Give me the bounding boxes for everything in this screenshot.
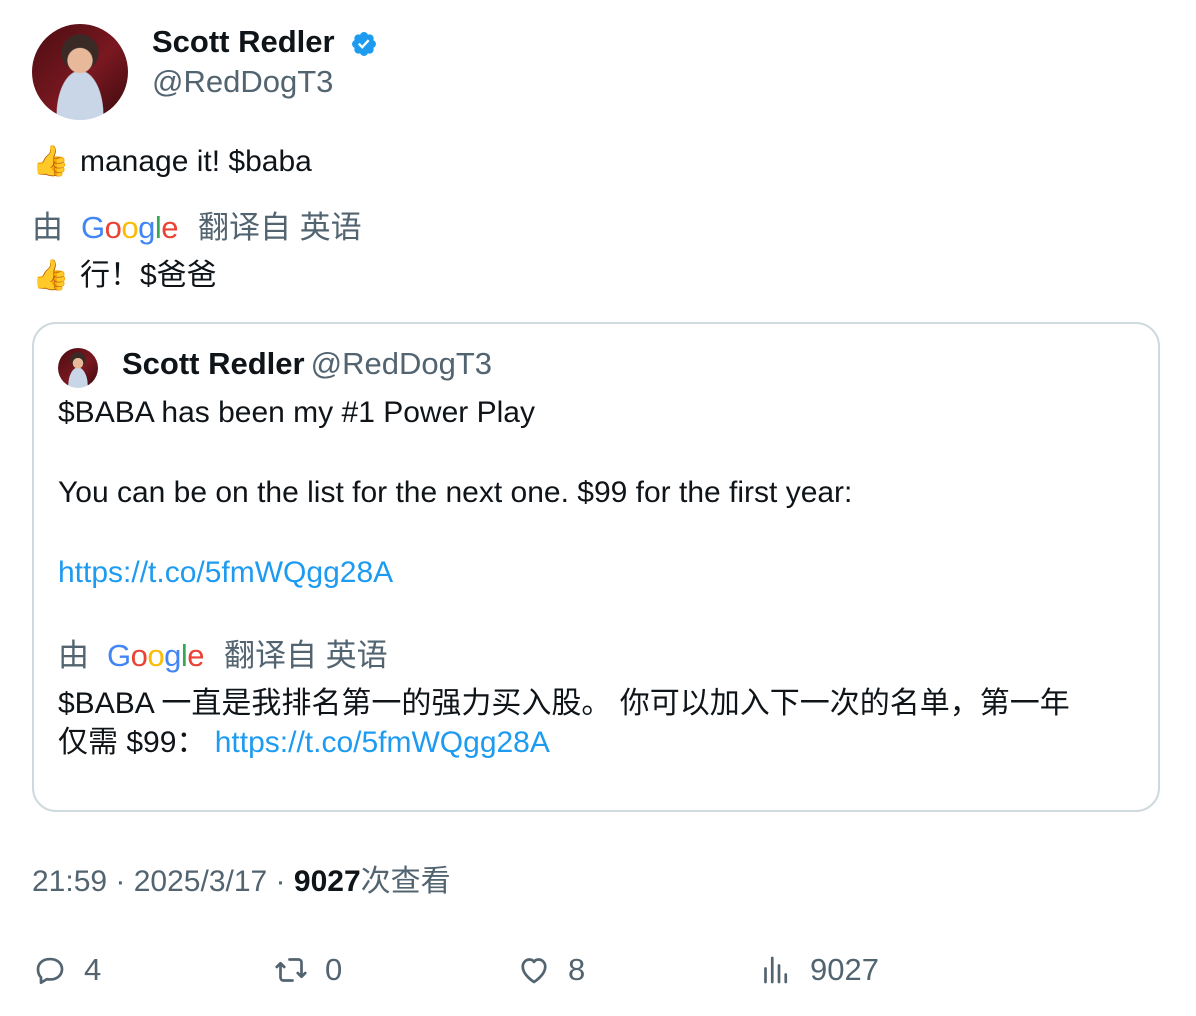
- post-text: 👍 manage it! $baba: [32, 143, 312, 181]
- quoted-translated-link[interactable]: https://t.co/5fmWQgg28A: [215, 726, 550, 759]
- analytics-icon: [764, 956, 788, 984]
- translation-attribution: 由 Google 翻译自 英语: [32, 208, 362, 248]
- author-name[interactable]: Scott Redler: [152, 22, 335, 62]
- post-time[interactable]: 21:59: [32, 865, 107, 898]
- reply-button[interactable]: 4: [32, 948, 101, 992]
- author-avatar[interactable]: [32, 24, 128, 120]
- repost-count: 0: [325, 952, 343, 987]
- quoted-translation-attribution: 由 Google 翻译自 英语: [58, 636, 388, 676]
- quoted-line-2: You can be on the list for the next one.…: [58, 476, 853, 509]
- translation-suffix: 翻译自 英语: [224, 638, 388, 673]
- google-logo-icon: Google: [107, 638, 205, 673]
- reply-icon: [36, 957, 64, 985]
- post-date[interactable]: 2025/3/17: [134, 865, 267, 898]
- quoted-author-name: Scott Redler: [122, 346, 305, 381]
- repost-icon: [275, 958, 307, 982]
- like-count: 8: [568, 952, 586, 987]
- quoted-translated-line-1: $BABA 一直是我排名第一的强力买入股。 你可以加入下一次的名单，第一年: [58, 687, 1070, 720]
- translated-post-text: 👍 行！$爸爸: [32, 257, 217, 295]
- thumbs-up-icon: 👍: [32, 259, 70, 292]
- translated-line-2-text: 仅需 $99：: [58, 726, 207, 759]
- verified-badge-icon: [352, 32, 376, 56]
- translated-text-content: 行！$爸爸: [80, 259, 217, 292]
- views-count: 9027: [293, 865, 361, 898]
- views-button[interactable]: 9027: [758, 948, 879, 992]
- like-button[interactable]: 8: [516, 948, 585, 992]
- repost-button[interactable]: 0: [273, 948, 342, 992]
- quoted-link[interactable]: https://t.co/5fmWQgg28A: [58, 554, 393, 592]
- post-text-content: manage it! $baba: [80, 145, 312, 178]
- reply-count: 4: [84, 952, 102, 987]
- views-label: 次查看: [360, 865, 451, 898]
- thumbs-up-icon: 👍: [32, 145, 70, 178]
- translation-prefix: 由: [58, 638, 89, 673]
- post-meta: 21:59 · 2025/3/17 · 9027次查看: [32, 865, 451, 898]
- quoted-line-1: $BABA has been my #1 Power Play: [58, 396, 535, 429]
- views-action-count: 9027: [810, 952, 879, 987]
- quoted-translated-line-2: 仅需 $99： https://t.co/5fmWQgg28A: [58, 724, 550, 762]
- author-handle[interactable]: @RedDogT3: [152, 62, 333, 102]
- quoted-author-handle: @RedDogT3: [310, 346, 492, 381]
- quoted-author-avatar[interactable]: [58, 348, 98, 388]
- translation-suffix: 翻译自 英语: [198, 210, 362, 245]
- heart-icon: [521, 958, 547, 984]
- translation-prefix: 由: [32, 210, 63, 245]
- quoted-author[interactable]: Scott Redler @RedDogT3: [122, 344, 492, 384]
- google-logo-icon: Google: [81, 210, 179, 245]
